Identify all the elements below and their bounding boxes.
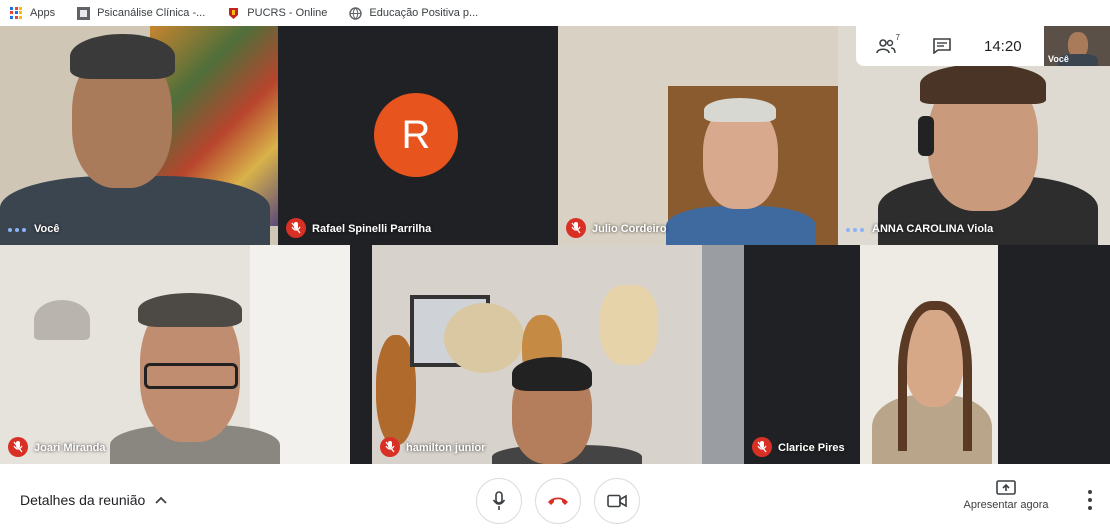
- mic-off-icon: [752, 437, 772, 457]
- mic-off-icon: [286, 218, 306, 238]
- people-icon: [876, 39, 896, 54]
- participant-count: 7: [895, 33, 900, 42]
- bookmark-label: Psicanálise Clínica -...: [97, 7, 206, 19]
- mic-off-icon: [380, 437, 400, 457]
- video-camera-icon: [607, 494, 627, 508]
- mic-off-icon: [566, 218, 586, 238]
- window-frame: [702, 245, 744, 464]
- participant-tile-clarice[interactable]: Clarice Pires: [744, 245, 1110, 464]
- speaking-indicator: [8, 228, 26, 232]
- info-panel: 7 14:20 Você: [856, 26, 1110, 66]
- more-vert-icon: [1088, 490, 1092, 494]
- chat-icon: [933, 38, 951, 54]
- bookmark-label: Apps: [30, 7, 56, 19]
- hang-up-icon: [548, 497, 568, 505]
- present-now-button[interactable]: Apresentar agora: [960, 480, 1052, 511]
- present-now-label: Apresentar agora: [963, 499, 1049, 511]
- participant-name: Você: [34, 223, 60, 235]
- bookmark-psicanalise[interactable]: Psicanálise Clínica -...: [77, 6, 206, 20]
- participant-name: Joari Miranda: [34, 442, 106, 454]
- microphone-button[interactable]: [476, 478, 522, 524]
- chevron-up-icon: [155, 496, 167, 504]
- self-view-thumbnail[interactable]: Você: [1044, 26, 1110, 66]
- people-button[interactable]: 7: [866, 26, 906, 66]
- glasses: [144, 363, 238, 389]
- bookmark-educacao[interactable]: Educação Positiva p...: [349, 6, 479, 20]
- globe-icon: [349, 6, 363, 20]
- site-favicon: [77, 6, 91, 20]
- leave-call-button[interactable]: [535, 478, 581, 524]
- bookmarks-bar: Apps Psicanálise Clínica -... PUCRS - On…: [0, 0, 1110, 26]
- bookmark-pucrs[interactable]: PUCRS - Online: [227, 7, 327, 20]
- speaking-indicator: [846, 228, 864, 232]
- more-options-button[interactable]: [1082, 490, 1098, 510]
- pucrs-favicon: [229, 7, 239, 19]
- headset: [918, 116, 934, 156]
- bookmark-apps[interactable]: Apps: [10, 6, 56, 20]
- bottom-bar: Detalhes da reunião Apresentar agora: [0, 464, 1110, 530]
- participant-video: [860, 245, 998, 464]
- participant-name: ANNA CAROLINA Viola: [872, 223, 994, 235]
- meeting-clock: 14:20: [984, 37, 1022, 55]
- lamp: [34, 300, 90, 340]
- participant-tile-voce[interactable]: Você: [0, 26, 278, 245]
- camera-button[interactable]: [594, 478, 640, 524]
- participant-name: hamilton junior: [406, 442, 486, 454]
- participant-name: Clarice Pires: [778, 442, 845, 454]
- participant-video: [666, 206, 816, 245]
- participant-tile-hamilton[interactable]: hamilton junior: [372, 245, 744, 464]
- participant-tile-julio[interactable]: Julio Cordeiro: [558, 26, 838, 245]
- meeting-details-label: Detalhes da reunião: [20, 492, 146, 508]
- apps-grid-icon: [10, 6, 23, 20]
- present-screen-icon: [996, 480, 1016, 495]
- bookmark-label: PUCRS - Online: [247, 7, 328, 19]
- self-view-label: Você: [1048, 54, 1069, 64]
- participant-name: Rafael Spinelli Parrilha: [312, 223, 432, 235]
- meeting-details-button[interactable]: Detalhes da reunião: [20, 492, 167, 508]
- guitar-3: [600, 285, 658, 365]
- bookmark-label: Educação Positiva p...: [369, 7, 479, 19]
- participant-tile-rafael[interactable]: R Rafael Spinelli Parrilha: [278, 26, 558, 245]
- meet-window: Apps Psicanálise Clínica -... PUCRS - On…: [0, 0, 1110, 530]
- mic-off-icon: [8, 437, 28, 457]
- chat-button[interactable]: [922, 26, 962, 66]
- participant-tile-joari[interactable]: Joari Miranda: [0, 245, 350, 464]
- hat: [444, 303, 524, 373]
- participant-name: Julio Cordeiro: [592, 223, 667, 235]
- curtain-background: [250, 245, 350, 464]
- avatar: R: [374, 93, 458, 177]
- microphone-icon: [492, 491, 506, 510]
